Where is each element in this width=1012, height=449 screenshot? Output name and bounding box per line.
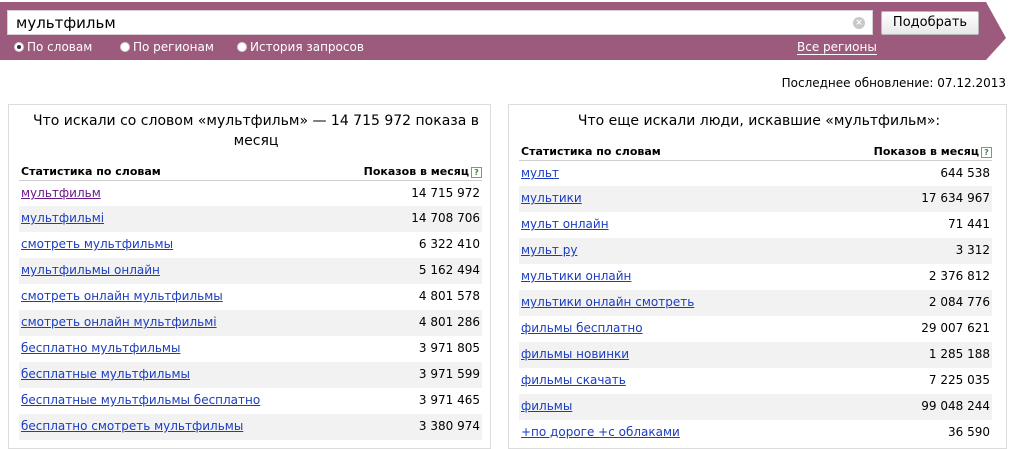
- table-row: +по дороге +с облаками 36 590: [519, 420, 992, 446]
- impressions-count: 3 312: [955, 243, 990, 257]
- table-row: мультфильмі 14 708 706: [19, 206, 482, 232]
- all-regions-link[interactable]: Все регионы: [797, 40, 877, 55]
- impressions-count: 71 441: [948, 217, 990, 231]
- keyword-link[interactable]: мультики онлайн: [521, 269, 631, 283]
- impressions-count: 99 048 244: [921, 399, 990, 413]
- column-header-words: Статистика по словам: [521, 145, 661, 158]
- table-header: Статистика по словам Показов в месяц?: [21, 165, 482, 179]
- impressions-count: 5 162 494: [418, 263, 480, 277]
- search-field[interactable]: ×: [7, 10, 873, 35]
- keyword-link[interactable]: смотреть онлайн мультфильмы: [21, 289, 223, 303]
- mode-label: История запросов: [250, 40, 364, 54]
- keyword-link[interactable]: мультфильм: [21, 186, 101, 200]
- mode-history[interactable]: История запросов: [237, 40, 364, 54]
- mode-by-regions[interactable]: По регионам: [120, 40, 214, 54]
- table-row: смотреть онлайн мультфильмі 4 801 286: [19, 310, 482, 336]
- table-row: смотреть онлайн мультфильмы 4 801 578: [19, 284, 482, 310]
- impressions-count: 36 590: [948, 425, 990, 439]
- table-row: мультфильм 14 715 972: [19, 180, 482, 207]
- panel-title: Что искали со словом «мультфильм» — 14 7…: [33, 113, 479, 149]
- impressions-count: 2 084 776: [928, 295, 990, 309]
- keyword-link[interactable]: фильмы бесплатно: [521, 321, 643, 335]
- search-input[interactable]: [16, 13, 836, 33]
- mode-label: По регионам: [133, 40, 214, 54]
- table-row: фильмы бесплатно 29 007 621: [519, 316, 992, 342]
- impressions-count: 14 708 706: [411, 211, 480, 225]
- impressions-count: 7 225 035: [928, 373, 990, 387]
- table-row: мульт онлайн 71 441: [519, 212, 992, 238]
- impressions-count: 3 971 465: [418, 393, 480, 407]
- table-row: фильмы скачать 7 225 035: [519, 368, 992, 394]
- table-row: мульт ру 3 312: [519, 238, 992, 264]
- table-header: Статистика по словам Показов в месяц?: [521, 145, 992, 159]
- help-icon[interactable]: ?: [471, 167, 482, 178]
- impressions-count: 1 285 188: [928, 347, 990, 361]
- keyword-link[interactable]: бесплатные мультфильмы: [21, 367, 190, 381]
- impressions-count: 17 634 967: [921, 191, 990, 205]
- help-icon[interactable]: ?: [981, 147, 992, 158]
- table-row: мультики 17 634 967: [519, 186, 992, 212]
- table-row: смотреть мультфильмы 6 322 410: [19, 232, 482, 258]
- keyword-link[interactable]: мультики онлайн смотреть: [521, 295, 694, 309]
- keyword-link[interactable]: фильмы новинки: [521, 347, 629, 361]
- keyword-link[interactable]: смотреть онлайн мультфильмі: [21, 315, 217, 329]
- radio-icon[interactable]: [120, 42, 130, 52]
- related-searches-panel: Что еще искали люди, искавшие «мультфиль…: [508, 104, 1007, 449]
- keyword-link[interactable]: мультики: [521, 191, 582, 205]
- impressions-count: 14 715 972: [411, 186, 480, 200]
- radio-checked-icon[interactable]: [14, 42, 24, 52]
- table-row: мультики онлайн 2 376 812: [519, 264, 992, 290]
- column-header-count: Показов в месяц?: [874, 145, 992, 158]
- impressions-count: 4 801 578: [418, 289, 480, 303]
- keyword-link[interactable]: мульт: [521, 166, 559, 180]
- impressions-count: 3 971 599: [418, 367, 480, 381]
- column-header-words: Статистика по словам: [21, 165, 161, 178]
- mode-label: По словам: [27, 40, 93, 54]
- keyword-link[interactable]: бесплатно мультфильмы: [21, 341, 180, 355]
- keyword-link[interactable]: +по дороге +с облаками: [521, 425, 680, 439]
- submit-button[interactable]: Подобрать: [881, 11, 979, 35]
- last-update: Последнее обновление: 07.12.2013: [781, 76, 1006, 90]
- keyword-link[interactable]: мульт онлайн: [521, 217, 609, 231]
- table-row: фильмы новинки 1 285 188: [519, 342, 992, 368]
- table-row: фильмы 99 048 244: [519, 394, 992, 420]
- keyword-stats-panel: Что искали со словом «мультфильм» — 14 7…: [8, 104, 491, 449]
- keyword-link[interactable]: бесплатно смотреть мультфильмы: [21, 419, 243, 433]
- keyword-link[interactable]: мульт ру: [521, 243, 577, 257]
- table-row: мульт 644 538: [519, 160, 992, 187]
- table-row: бесплатные мультфильмы бесплатно 3 971 46…: [19, 388, 482, 414]
- keyword-link[interactable]: бесплатные мультфильмы бесплатно: [21, 393, 260, 407]
- keyword-link[interactable]: мультфильмы онлайн: [21, 263, 160, 277]
- impressions-count: 2 376 812: [928, 269, 990, 283]
- radio-icon[interactable]: [237, 42, 247, 52]
- table-row: мультфильмы онлайн 5 162 494: [19, 258, 482, 284]
- clear-icon[interactable]: ×: [853, 17, 865, 29]
- keyword-link[interactable]: фильмы скачать: [521, 373, 626, 387]
- impressions-count: 6 322 410: [418, 237, 480, 251]
- panel-title: Что еще искали люди, искавшие «мультфиль…: [577, 113, 941, 129]
- keyword-link[interactable]: смотреть мультфильмы: [21, 237, 173, 251]
- table-row: бесплатно мультфильмы 3 971 805: [19, 336, 482, 362]
- keyword-link[interactable]: мультфильмі: [21, 211, 104, 225]
- keyword-link[interactable]: фильмы: [521, 399, 572, 413]
- table-row: мультики онлайн смотреть 2 084 776: [519, 290, 992, 316]
- impressions-count: 4 801 286: [418, 315, 480, 329]
- mode-by-words[interactable]: По словам: [14, 40, 92, 54]
- table-row: бесплатные мультфильмы 3 971 599: [19, 362, 482, 388]
- impressions-count: 644 538: [940, 166, 990, 180]
- impressions-count: 3 380 974: [418, 419, 480, 433]
- impressions-count: 29 007 621: [921, 321, 990, 335]
- table-row: бесплатно смотреть мультфильмы 3 380 974: [19, 414, 482, 440]
- search-header: × Подобрать По словам По регионам Истори…: [0, 0, 1012, 62]
- column-header-count: Показов в месяц?: [364, 165, 482, 178]
- impressions-count: 3 971 805: [418, 341, 480, 355]
